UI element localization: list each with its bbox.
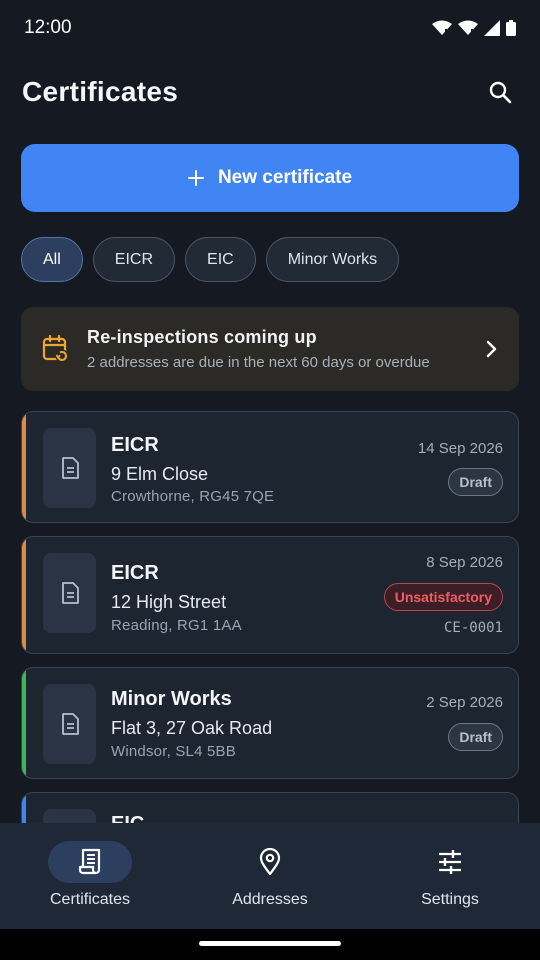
certificate-card[interactable]: Minor Works Flat 3, 27 Oak Road Windsor,…	[21, 667, 519, 779]
status-bar: 12:00	[0, 0, 540, 56]
gesture-navigation-area	[0, 929, 540, 960]
certificate-address: Flat 3, 27 Oak Road	[111, 718, 273, 738]
card-accent	[22, 668, 26, 778]
document-thumbnail	[43, 428, 96, 508]
battery-icon	[506, 20, 516, 36]
home-gesture-handle[interactable]	[199, 941, 341, 946]
bottom-navigation: Certificates Addresses Settings	[0, 823, 540, 929]
page-title: Certificates	[22, 76, 179, 107]
nav-label: Certificates	[49, 891, 131, 908]
filter-chip-minor-works[interactable]: Minor Works	[265, 237, 400, 282]
document-icon	[61, 582, 79, 604]
certificate-address: 9 Elm Close	[111, 464, 209, 484]
status-badge: Unsatisfactory	[383, 583, 503, 611]
nav-icon-container	[228, 841, 312, 883]
certificate-card[interactable]: EICR 12 High Street Reading, RG1 1AA 8 S…	[21, 536, 519, 654]
filter-chip-eicr[interactable]: EICR	[92, 237, 176, 282]
reinspection-text: Re-inspections coming up 2 addresses are…	[87, 327, 485, 371]
new-certificate-button[interactable]: New certificate	[21, 144, 519, 212]
certificate-type: EICR	[111, 434, 159, 456]
document-thumbnail	[43, 553, 96, 633]
document-icon	[61, 713, 79, 735]
status-badge: Draft	[448, 723, 503, 751]
nav-label: Settings	[421, 891, 479, 908]
certificate-card[interactable]: EIC	[21, 792, 519, 823]
status-badge: Draft	[448, 468, 503, 496]
wifi-icon	[432, 20, 452, 36]
nav-item-certificates[interactable]: Certificates	[0, 823, 180, 929]
filter-chip-all[interactable]: All	[21, 237, 83, 282]
reinspection-banner[interactable]: Re-inspections coming up 2 addresses are…	[21, 307, 519, 391]
card-accent	[22, 412, 26, 522]
status-icons	[432, 20, 516, 36]
search-button[interactable]	[480, 72, 520, 112]
certificate-town: Windsor, SL4 5BB	[111, 743, 236, 760]
calendar-refresh-icon	[42, 334, 69, 363]
filter-chip-eic[interactable]: EIC	[185, 237, 256, 282]
certificate-type: EIC	[111, 813, 144, 823]
document-thumbnail	[43, 809, 96, 823]
new-certificate-label: New certificate	[217, 167, 353, 188]
location-pin-icon	[259, 848, 281, 876]
nav-label: Addresses	[232, 891, 308, 908]
app-header: Certificates	[0, 64, 540, 120]
filter-chips: All EICR EIC Minor Works	[21, 237, 400, 282]
nav-icon-container	[408, 841, 492, 883]
wifi-alert-icon	[458, 20, 478, 35]
document-icon	[61, 457, 79, 479]
plus-icon	[187, 170, 204, 186]
certificate-type: EICR	[111, 562, 159, 584]
reinspection-title: Re-inspections coming up	[87, 327, 317, 347]
document-thumbnail	[43, 684, 96, 764]
status-time: 12:00	[24, 17, 72, 38]
certificate-reference: CE-0001	[443, 620, 503, 636]
cellular-signal-icon	[484, 20, 500, 36]
reinspection-subtitle: 2 addresses are due in the next 60 days …	[87, 354, 430, 371]
card-accent	[22, 537, 26, 653]
certificate-address: 12 High Street	[111, 592, 227, 612]
card-accent	[22, 793, 26, 823]
receipt-icon	[78, 848, 101, 875]
nav-active-indicator	[48, 841, 132, 883]
certificate-town: Reading, RG1 1AA	[111, 617, 242, 634]
nav-item-addresses[interactable]: Addresses	[180, 823, 360, 929]
certificate-type: Minor Works	[111, 688, 232, 710]
sliders-icon	[439, 850, 461, 874]
certificate-town: Crowthorne, RG45 7QE	[111, 488, 275, 505]
certificate-date: 14 Sep 2026	[417, 440, 503, 457]
search-icon	[489, 81, 512, 104]
certificate-list: EICR 9 Elm Close Crowthorne, RG45 7QE 14…	[21, 411, 519, 823]
certificate-date: 8 Sep 2026	[426, 554, 503, 571]
chevron-right-icon	[486, 340, 497, 358]
certificate-date: 2 Sep 2026	[426, 694, 503, 711]
certificate-card[interactable]: EICR 9 Elm Close Crowthorne, RG45 7QE 14…	[21, 411, 519, 523]
nav-item-settings[interactable]: Settings	[360, 823, 540, 929]
